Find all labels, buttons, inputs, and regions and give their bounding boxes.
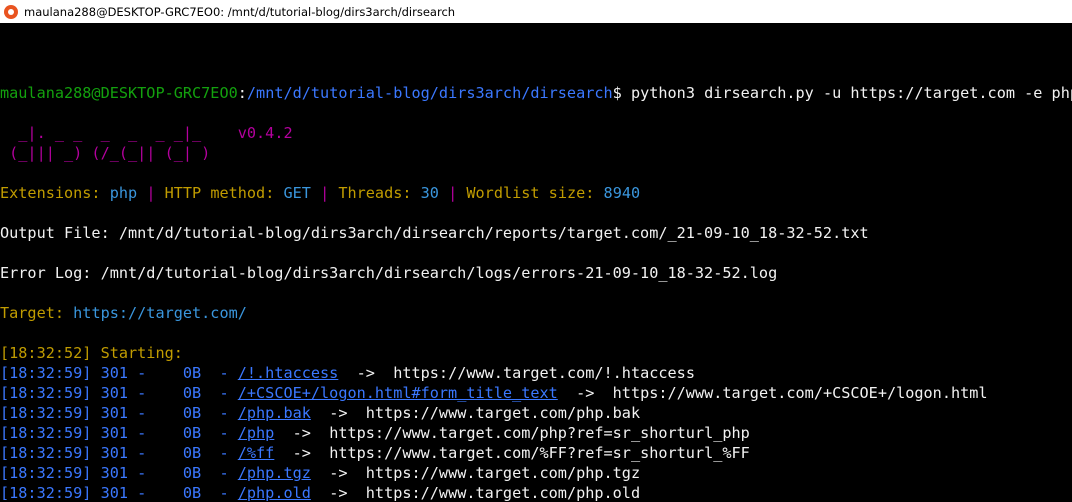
- result-redirect: https://www.target.com/php.tgz: [365, 464, 641, 482]
- prompt-user-host: maulana288@DESKTOP-GRC7EO0: [0, 84, 238, 102]
- result-row: [18:32:59] 301 - 0B - /+CSCOE+/logon.htm…: [0, 383, 988, 403]
- result-arrow: ->: [338, 364, 394, 382]
- result-redirect: https://www.target.com/!.htaccess: [393, 364, 695, 382]
- target-label: Target:: [0, 304, 74, 322]
- result-path: /!.htaccess: [237, 364, 339, 382]
- method-label: HTTP method:: [164, 184, 284, 202]
- result-prefix: [18:32:59] 301 - 0B -: [0, 384, 238, 402]
- result-prefix: [18:32:59] 301 - 0B -: [0, 424, 238, 442]
- starting-line: [18:32:52] Starting:: [0, 343, 183, 363]
- result-row: [18:32:59] 301 - 0B - /php.tgz -> https:…: [0, 463, 640, 483]
- result-path: /php.old: [237, 484, 311, 502]
- config-pipe-2: |: [310, 184, 339, 202]
- threads-label: Threads:: [338, 184, 421, 202]
- result-prefix: [18:32:59] 301 - 0B -: [0, 444, 238, 462]
- result-redirect: https://www.target.com/%FF?ref=sr_shortu…: [329, 444, 750, 462]
- target-url: https://target.com/: [73, 304, 247, 322]
- result-arrow: ->: [310, 464, 366, 482]
- method-value: GET: [283, 184, 311, 202]
- result-path: /%ff: [237, 444, 275, 462]
- result-redirect: https://www.target.com/+CSCOE+/logon.htm…: [612, 384, 988, 402]
- result-prefix: [18:32:59] 301 - 0B -: [0, 464, 238, 482]
- result-path: /php.tgz: [237, 464, 311, 482]
- banner-version: v0.4.2: [237, 124, 293, 142]
- result-prefix: [18:32:59] 301 - 0B -: [0, 484, 238, 502]
- result-path: /+CSCOE+/logon.html#form_title_text: [237, 384, 558, 402]
- result-arrow: ->: [274, 424, 330, 442]
- terminal-output[interactable]: maulana288@DESKTOP-GRC7EO0:/mnt/d/tutori…: [0, 23, 1072, 502]
- wordlist-value: 8940: [603, 184, 641, 202]
- config-line: Extensions: php | HTTP method: GET | Thr…: [0, 183, 640, 203]
- config-pipe-3: |: [438, 184, 467, 202]
- window-title: maulana288@DESKTOP-GRC7EO0: /mnt/d/tutor…: [24, 4, 456, 19]
- ext-label: Extensions:: [0, 184, 110, 202]
- target-line: Target: https://target.com/: [0, 303, 247, 323]
- result-row: [18:32:59] 301 - 0B - /php.old -> https:…: [0, 483, 640, 502]
- ext-value: php: [109, 184, 138, 202]
- window-titlebar[interactable]: maulana288@DESKTOP-GRC7EO0: /mnt/d/tutor…: [0, 0, 1072, 23]
- prompt-path: /mnt/d/tutorial-blog/dirs3arch/dirsearch: [246, 84, 613, 102]
- config-pipe-1: |: [137, 184, 165, 202]
- error-log-line: Error Log: /mnt/d/tutorial-blog/dirs3arc…: [0, 264, 778, 282]
- prompt-command: python3 dirsearch.py -u https://target.c…: [630, 84, 1072, 102]
- result-row: [18:32:59] 301 - 0B - /php.bak -> https:…: [0, 403, 640, 423]
- result-row: [18:32:59] 301 - 0B - /php -> https://ww…: [0, 423, 750, 443]
- starting-time: [18:32:52]: [0, 344, 92, 362]
- ubuntu-icon: [4, 4, 18, 19]
- result-arrow: ->: [310, 484, 366, 502]
- result-redirect: https://www.target.com/php.bak: [365, 404, 641, 422]
- banner-art-2: (_||| _) (/_(_|| (_| ): [0, 144, 211, 162]
- banner-line-1: _|. _ _ _ _ _ _|_ v0.4.2: [0, 123, 293, 143]
- wordlist-label: Wordlist size:: [466, 184, 604, 202]
- result-redirect: https://www.target.com/php?ref=sr_shortu…: [329, 424, 750, 442]
- prompt-dollar: $: [612, 84, 631, 102]
- banner-line-2: (_||| _) (/_(_|| (_| ): [0, 143, 210, 163]
- result-arrow: ->: [310, 404, 366, 422]
- command-prompt-line: maulana288@DESKTOP-GRC7EO0:/mnt/d/tutori…: [0, 83, 1072, 103]
- starting-text: Starting:: [91, 344, 183, 362]
- result-row: [18:32:59] 301 - 0B - /!.htaccess -> htt…: [0, 363, 695, 383]
- result-prefix: [18:32:59] 301 - 0B -: [0, 404, 238, 422]
- output-file-line: Output File: /mnt/d/tutorial-blog/dirs3a…: [0, 224, 869, 242]
- result-prefix: [18:32:59] 301 - 0B -: [0, 364, 238, 382]
- banner-art-1: _|. _ _ _ _ _ _|_: [0, 124, 238, 142]
- result-arrow: ->: [274, 444, 330, 462]
- threads-value: 30: [420, 184, 439, 202]
- result-row: [18:32:59] 301 - 0B - /%ff -> https://ww…: [0, 443, 750, 463]
- prompt-separator: :: [237, 84, 247, 102]
- result-path: /php: [237, 424, 275, 442]
- result-redirect: https://www.target.com/php.old: [365, 484, 641, 502]
- result-arrow: ->: [557, 384, 613, 402]
- result-path: /php.bak: [237, 404, 311, 422]
